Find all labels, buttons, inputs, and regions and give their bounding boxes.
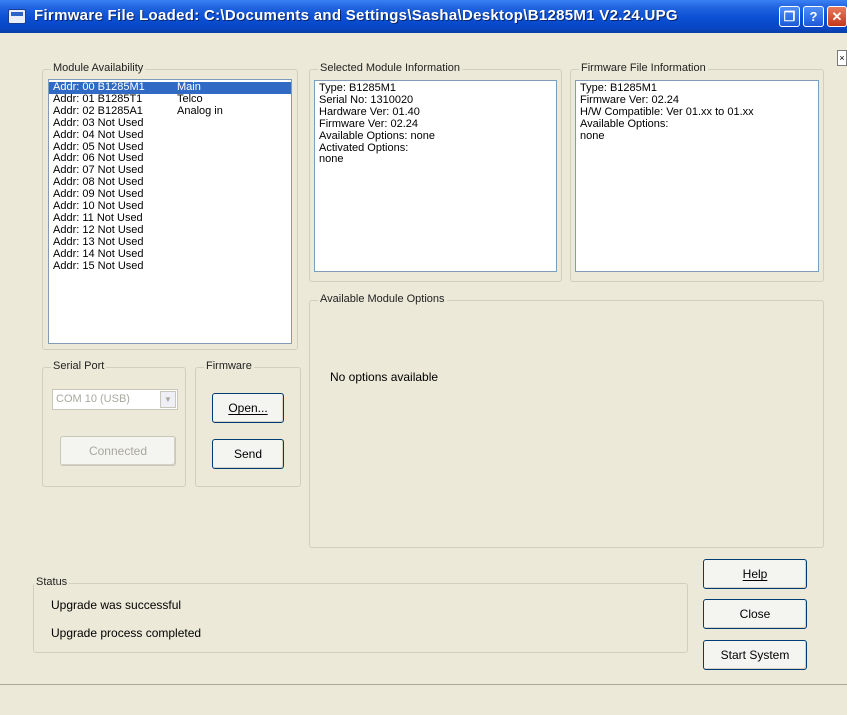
module-availability-title: Module Availability — [51, 62, 146, 74]
serial-port-group: Serial Port — [42, 360, 186, 487]
firmware-file-title: Firmware File Information — [579, 62, 708, 74]
module-addr: Addr: 15 Not Used — [53, 259, 144, 272]
selected-module-info: Type: B1285M1 Serial No: 1310020 Hardware … — [314, 80, 557, 272]
info-line: Available Options: none — [319, 129, 435, 142]
info-line: H/W Compatible: Ver 01.xx to 01.xx — [580, 105, 754, 118]
close-window-button[interactable]: ✕ — [827, 6, 847, 27]
open-button-label: Open... — [228, 401, 268, 415]
send-button[interactable]: Send — [212, 439, 284, 469]
side-close-tab[interactable]: × — [837, 50, 847, 66]
info-line: Activated Options: — [319, 141, 409, 154]
module-addr: Addr: 02 B1285A1 — [53, 104, 143, 117]
module-addr: Addr: 04 Not Used — [53, 128, 144, 141]
module-addr: Addr: 14 Not Used — [53, 247, 144, 260]
info-line: Hardware Ver: 01.40 — [319, 105, 420, 118]
help-title-button[interactable]: ? — [803, 6, 824, 27]
info-line: none — [580, 129, 605, 142]
app-icon — [8, 9, 26, 24]
module-addr: Addr: 12 Not Used — [53, 223, 144, 236]
module-addr: Addr: 13 Not Used — [53, 235, 144, 248]
connected-button[interactable]: Connected — [60, 436, 176, 466]
selected-module-title: Selected Module Information — [318, 62, 463, 74]
window-title: Firmware File Loaded: C:\Documents and S… — [34, 7, 678, 24]
start-system-button[interactable]: Start System — [703, 640, 807, 670]
no-options-message: No options available — [330, 370, 439, 384]
available-options-title: Available Module Options — [318, 293, 447, 305]
status-group: Status Upgrade was successful Upgrade pr… — [33, 576, 688, 653]
available-options-group: Available Module Options No options avai… — [309, 293, 824, 548]
chevron-down-icon[interactable]: ▼ — [160, 391, 176, 408]
module-row[interactable]: Addr: 12 Not Used — [49, 223, 291, 237]
status-line-1: Upgrade was successful — [51, 598, 182, 612]
help-button-label: Help — [742, 567, 768, 581]
module-row[interactable]: Addr: 02 B1285A1 Analog in — [49, 104, 291, 118]
firmware-file-info: Type: B1285M1 Firmware Ver: 02.24 H/W Comp… — [575, 80, 819, 272]
info-line: none — [319, 153, 344, 166]
status-title: Status — [34, 576, 70, 588]
module-row[interactable]: Addr: 04 Not Used — [49, 128, 291, 142]
title-bar[interactable]: Firmware File Loaded: C:\Documents and S… — [0, 0, 847, 33]
help-button[interactable]: Help — [703, 559, 807, 589]
module-role: Analog in — [177, 104, 223, 117]
module-row[interactable]: Addr: 14 Not Used — [49, 247, 291, 261]
info-line: Firmware Ver: 02.24 — [319, 117, 419, 130]
status-line-2: Upgrade process completed — [51, 626, 202, 640]
module-row[interactable]: Addr: 15 Not Used — [49, 259, 291, 273]
serial-port-select[interactable]: COM 10 (USB) ▼ — [52, 389, 178, 410]
module-list[interactable]: Addr: 00 B1285M1 Main Addr: 01 B1285T1 Telc… — [48, 79, 292, 344]
restore-button[interactable]: ❐ — [779, 6, 800, 27]
serial-port-title: Serial Port — [51, 360, 107, 372]
module-row[interactable]: Addr: 13 Not Used — [49, 235, 291, 249]
close-button[interactable]: Close — [703, 599, 807, 629]
firmware-group: Firmware — [195, 360, 301, 487]
status-strip-divider — [0, 684, 847, 685]
firmware-title: Firmware — [204, 360, 254, 372]
open-button[interactable]: Open... — [212, 393, 284, 423]
serial-port-value: COM 10 (USB) — [56, 393, 130, 405]
info-line: Available Options: — [580, 117, 669, 130]
module-addr: Addr: 03 Not Used — [53, 116, 144, 129]
module-row[interactable]: Addr: 03 Not Used — [49, 116, 291, 130]
